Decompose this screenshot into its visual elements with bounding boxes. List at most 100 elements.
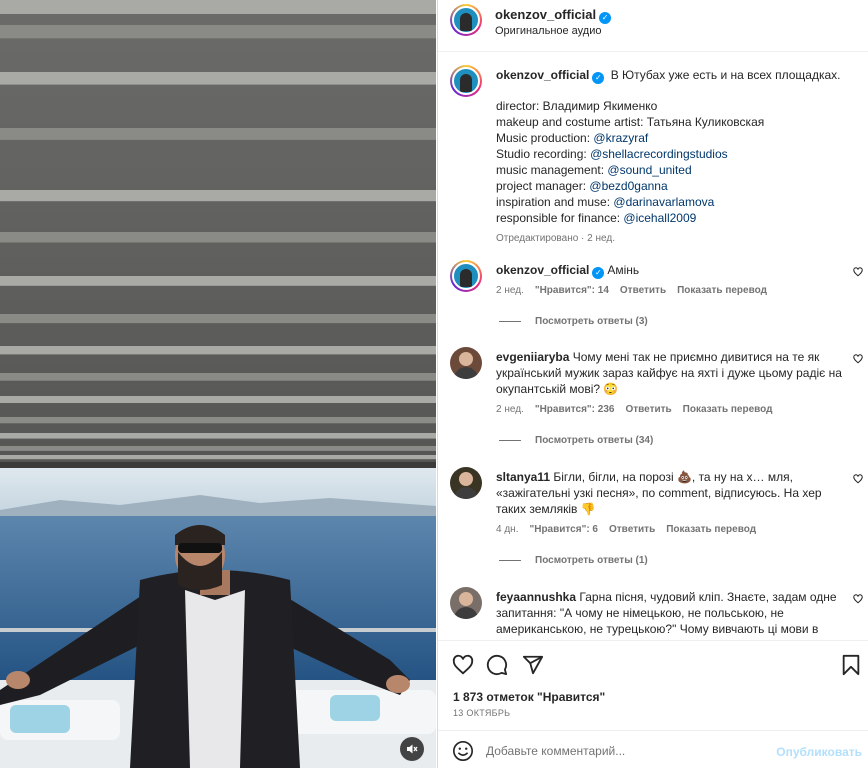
caption-credits: director: Владимир Якименко makeup and co… — [496, 98, 764, 226]
caption-line-label: music management: — [496, 163, 608, 177]
mention-link[interactable]: @icehall2009 — [623, 211, 696, 225]
comment-text: evgeniiaryba Чому мені так не приємно ди… — [496, 349, 850, 397]
translate-button[interactable]: Показать перевод — [666, 524, 756, 535]
replies-divider — [499, 440, 521, 441]
comment-time[interactable]: 2 нед. — [496, 404, 524, 415]
post-actions: 1 873 отметок "Нравится" 13 ОКТЯБРЬ — [438, 640, 868, 728]
comment-avatar[interactable] — [450, 587, 482, 619]
reply-button[interactable]: Ответить — [625, 404, 671, 415]
caption-line-label: responsible for finance: — [496, 211, 624, 225]
add-comment-bar: Опубликовать — [438, 730, 868, 768]
mute-button[interactable] — [400, 737, 424, 761]
comment-avatar[interactable] — [450, 347, 482, 379]
caption-line: Music production: @krazyraf — [496, 130, 764, 146]
reply-button[interactable]: Ответить — [620, 285, 666, 296]
comment-text: feyaannushka Гарна пісня, чудовий кліп. … — [496, 589, 850, 637]
view-replies-button[interactable]: Посмотреть ответы (1) — [499, 555, 648, 566]
comment-body: Амінь — [607, 263, 640, 277]
ceiling-slat — [0, 25, 436, 39]
replies-divider — [499, 321, 521, 322]
ceiling-slat — [0, 276, 436, 286]
caption-edited: Отредактировано · 2 нед. — [496, 233, 615, 244]
comment-likes[interactable]: "Нравится": 6 — [529, 524, 598, 535]
comments-scroll[interactable]: okenzov_official ✓ В Ютубах уже есть и на… — [438, 53, 868, 639]
ceiling-slat — [0, 314, 436, 324]
comment-username[interactable]: sltanya11 — [496, 470, 550, 484]
comment-meta: 2 нед. "Нравится": 14 Ответить Показать пер… — [496, 285, 778, 296]
mention-link[interactable]: @darinavarlamova — [613, 195, 714, 209]
caption-line: makeup and costume artist: Татьяна Кулик… — [496, 114, 764, 130]
comment-like-icon[interactable] — [853, 474, 863, 484]
caption-line-label: makeup and costume artist: Татьяна Кулик… — [496, 115, 765, 129]
comment-avatar[interactable] — [450, 467, 482, 499]
reply-button[interactable]: Ответить — [609, 524, 655, 535]
ceiling-slat — [0, 446, 436, 451]
comment-like-icon[interactable] — [853, 594, 863, 604]
translate-button[interactable]: Показать перевод — [677, 285, 767, 296]
verified-icon: ✓ — [592, 72, 605, 84]
comment-time[interactable]: 2 нед. — [496, 285, 524, 296]
ceiling-slat — [0, 373, 436, 381]
ceiling-slat — [0, 0, 436, 14]
caption-line-label: director: Владимир Якименко — [496, 99, 658, 113]
view-replies-label: Посмотреть ответы (3) — [535, 316, 648, 327]
caption-username[interactable]: okenzov_official — [496, 68, 589, 82]
verified-icon: ✓ — [592, 267, 605, 279]
emoji-icon[interactable] — [452, 740, 474, 762]
caption-line: responsible for finance: @icehall2009 — [496, 210, 764, 226]
caption-line-label: inspiration and muse: — [496, 195, 614, 209]
video-frame — [0, 0, 436, 768]
likes-count[interactable]: 1 873 отметок "Нравится" — [453, 690, 605, 704]
heart-icon[interactable] — [452, 654, 474, 676]
view-replies-button[interactable]: Посмотреть ответы (3) — [499, 316, 648, 327]
comment-avatar[interactable] — [450, 260, 482, 292]
view-replies-button[interactable]: Посмотреть ответы (34) — [499, 435, 653, 446]
ceiling-slat — [0, 346, 436, 355]
ceiling-slat — [0, 433, 436, 439]
comment-like-icon[interactable] — [853, 267, 863, 277]
comment-like-icon[interactable] — [853, 354, 863, 364]
comment-likes[interactable]: "Нравится": 14 — [535, 285, 609, 296]
video-player[interactable] — [0, 0, 436, 768]
audio-label[interactable]: Оригинальное аудио — [495, 25, 602, 37]
caption-line: inspiration and muse: @darinavarlamova — [496, 194, 764, 210]
post-date[interactable]: 13 ОКТЯБРЬ — [453, 708, 510, 718]
caption-line: music management: @sound_united — [496, 162, 764, 178]
caption-first-line: В Ютубах уже есть и на всех площадках. — [610, 68, 841, 82]
caption-line: Studio recording: @shellacrecordingstudi… — [496, 146, 764, 162]
translate-button[interactable]: Показать перевод — [683, 404, 773, 415]
mention-link[interactable]: @shellacrecordingstudios — [590, 147, 728, 161]
caption-text: okenzov_official ✓ В Ютубах уже есть и на… — [496, 67, 850, 84]
ceiling-slat — [0, 417, 436, 424]
post-header: okenzov_official ✓ Оригинальное аудио — [438, 0, 868, 52]
comment-likes[interactable]: "Нравится": 236 — [535, 404, 615, 415]
comment-text: okenzov_official ✓ Амінь — [496, 262, 850, 279]
publish-button[interactable]: Опубликовать — [776, 745, 862, 759]
mention-link[interactable]: @sound_united — [607, 163, 691, 177]
mention-link[interactable]: @krazyraf — [593, 131, 648, 145]
caption-line-label: Studio recording: — [496, 147, 591, 161]
comment-username[interactable]: okenzov_official — [496, 263, 589, 277]
ceiling-slat — [0, 455, 436, 460]
avatar[interactable] — [450, 4, 482, 36]
comment-meta: 2 нед. "Нравится": 236 Ответить Показать пе… — [496, 404, 784, 415]
header-username[interactable]: okenzov_official — [495, 7, 596, 22]
caption-avatar[interactable] — [450, 65, 482, 97]
view-replies-label: Посмотреть ответы (1) — [535, 555, 648, 566]
comment-username[interactable]: feyaannushka — [496, 590, 576, 604]
comment-meta: 4 дн. "Нравится": 6 Ответить Показать перев… — [496, 524, 767, 535]
comment-icon[interactable] — [486, 654, 508, 676]
ceiling-slat — [0, 396, 436, 403]
caption-line: project manager: @bezd0ganna — [496, 178, 764, 194]
comment-input[interactable] — [486, 741, 756, 761]
caption-line: director: Владимир Якименко — [496, 98, 764, 114]
comment-username[interactable]: evgeniiaryba — [496, 350, 569, 364]
replies-divider — [499, 560, 521, 561]
ceiling-slat — [0, 232, 436, 243]
comment-time[interactable]: 4 дн. — [496, 524, 518, 535]
bookmark-icon[interactable] — [841, 654, 861, 676]
verified-icon: ✓ — [599, 12, 612, 24]
share-icon[interactable] — [522, 654, 544, 676]
post-panel: okenzov_official ✓ Оригинальное аудио oke… — [437, 0, 868, 768]
mention-link[interactable]: @bezd0ganna — [589, 179, 667, 193]
